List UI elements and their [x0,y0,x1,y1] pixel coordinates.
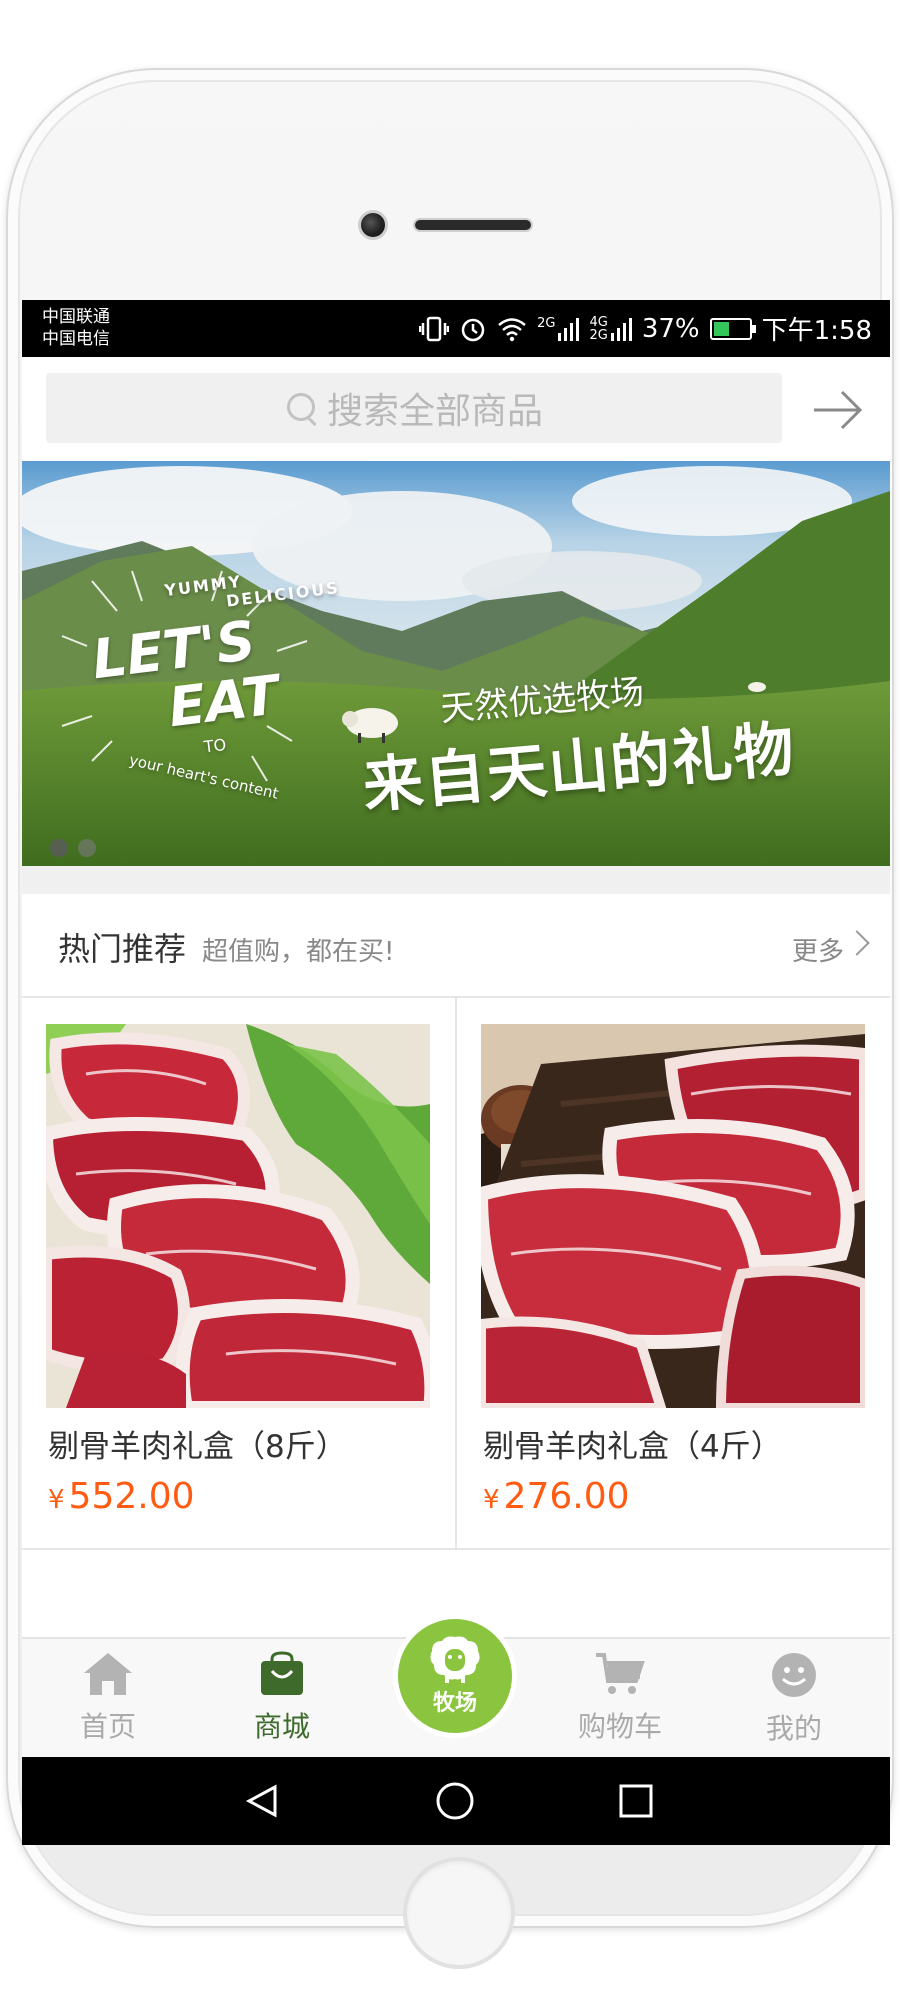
recents-icon[interactable] [619,1784,653,1818]
status-bar: 中国联通 中国电信 2G 4G 2G 37% 下午1:58 [22,300,890,357]
product-card[interactable]: 剔骨羊肉礼盒（8斤） ¥552.00 [22,998,455,1550]
banner-eat: EAT [165,663,283,740]
smiley-face-icon [772,1653,816,1697]
chevron-right-icon[interactable] [844,930,870,956]
earpiece-speaker [413,218,533,232]
carousel-dot-2[interactable] [78,839,96,857]
tab-home[interactable]: 首页 [48,1651,168,1751]
tab-mine[interactable]: 我的 [734,1651,854,1751]
product-grid: 剔骨羊肉礼盒（8斤） ¥552.00 剔骨羊肉礼盒（4斤） ¥ 276.00 [22,998,890,1550]
banner-to: TO [202,734,228,757]
carousel-indicator [50,839,96,857]
signal-bars-icon [610,317,632,341]
status-icons: 2G 4G 2G 37% 下午1:58 [419,300,872,357]
section-subtitle: 超值购，都在买! [202,937,395,967]
search-icon [285,391,319,425]
product-price: ¥552.00 [48,1476,195,1517]
signal-bars-icon [558,317,580,341]
alarm-icon [461,318,485,341]
signal-2: 4G 2G [589,314,632,343]
carrier-2: 中国电信 [42,329,110,349]
tab-ranch[interactable]: 牧场 [393,1614,517,1738]
promo-banner[interactable]: YUMMY DELICIOUS LET'S EAT TO your heart'… [22,461,890,866]
tab-cart-label: 购物车 [577,1710,662,1743]
search-placeholder: 搜索全部商品 [326,391,543,432]
back-icon[interactable] [245,1784,277,1818]
system-navigation-bar [22,1757,890,1845]
tab-cart[interactable]: 购物车 [560,1651,680,1751]
hardware-home-button[interactable] [403,1857,515,1969]
phone-frame: 中国联通 中国电信 2G 4G 2G 37% 下午1:58 搜索全部商品 YUM… [6,68,894,1969]
network-type-1: 2G [537,315,556,331]
tab-shop[interactable]: 商城 [222,1651,342,1751]
battery-icon [709,317,756,340]
arrow-right-icon [814,390,863,430]
network-type-2: 4G [589,314,608,330]
product-name[interactable]: 剔骨羊肉礼盒（4斤） [483,1421,782,1466]
hot-section-header: 热门推荐 超值购，都在买! 更多 [22,894,890,998]
search-input[interactable]: 搜索全部商品 [46,373,782,443]
tab-ranch-label: 牧场 [432,1691,477,1716]
home-circle-icon[interactable] [436,1782,474,1820]
product-card[interactable]: 剔骨羊肉礼盒（4斤） ¥276.00 [457,998,890,1550]
product-price: ¥276.00 [483,1476,630,1517]
product-image-lamb-4[interactable] [481,1024,865,1408]
shopping-bag-icon [261,1651,303,1695]
carrier-1: 中国联通 [42,307,110,327]
cart-icon [596,1653,645,1694]
tab-shop-label: 商城 [253,1710,310,1743]
sheep-icon [430,1636,480,1683]
vibrate-icon [419,316,450,341]
product-image-lamb-8[interactable] [46,1024,430,1408]
carousel-dot-1[interactable] [50,839,68,857]
section-spacer [22,866,890,894]
status-time: 下午1:58 [761,316,872,346]
battery-percent: 37% [641,313,700,344]
signal-1: 2G [537,315,580,341]
wifi-icon [498,317,526,341]
forward-arrow-button[interactable] [810,385,866,435]
more-link[interactable]: 更多 [792,931,844,968]
search-header: 搜索全部商品 [22,357,890,461]
app-screen: 中国联通 中国电信 2G 4G 2G 37% 下午1:58 搜索全部商品 YUM… [22,300,890,1845]
tab-mine-label: 我的 [765,1712,822,1745]
bottom-tab-bar: 首页 商城 牧场 购物车 我的 [22,1614,890,1757]
tab-home-label: 首页 [79,1710,136,1743]
price-value: 276.00 [503,1476,630,1517]
network-type-3: 2G [589,327,608,343]
front-camera [358,210,388,240]
carrier-info: 中国联通 中国电信 [42,306,110,350]
currency-symbol: ¥ [483,1485,500,1515]
section-title: 热门推荐 [58,930,187,968]
home-icon [84,1653,132,1695]
product-name[interactable]: 剔骨羊肉礼盒（8斤） [48,1421,347,1466]
price-value: 552.00 [68,1476,195,1517]
currency-symbol: ¥ [48,1485,65,1515]
